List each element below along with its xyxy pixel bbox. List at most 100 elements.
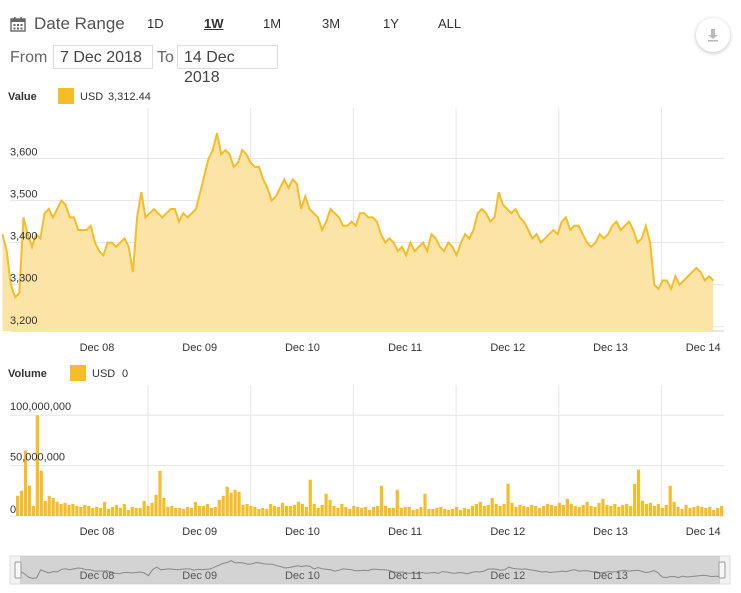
volume-x-tick-label: Dec 12 bbox=[490, 526, 525, 538]
volume-bar bbox=[609, 505, 613, 516]
volume-bar bbox=[629, 505, 633, 516]
volume-bar bbox=[225, 486, 229, 516]
volume-bar bbox=[644, 503, 649, 516]
volume-bar bbox=[478, 501, 482, 516]
value-y-tick-label: 3,200 bbox=[10, 315, 38, 327]
volume-bar bbox=[605, 504, 609, 516]
volume-legend-value: 0 bbox=[122, 368, 128, 380]
volume-bar bbox=[482, 505, 486, 516]
value-x-tick-label: Dec 14 bbox=[686, 342, 721, 354]
volume-y-tick-label: 0 bbox=[10, 504, 16, 516]
volume-bar bbox=[79, 506, 83, 516]
volume-bar bbox=[178, 507, 182, 516]
volume-bar bbox=[439, 506, 443, 516]
volume-gridlines bbox=[10, 385, 724, 517]
navigator-x-tick-label: Dec 13 bbox=[593, 570, 628, 582]
volume-bar bbox=[205, 503, 210, 516]
volume-bar bbox=[720, 505, 724, 516]
volume-legend-swatch[interactable] bbox=[70, 365, 86, 381]
volume-y-tick-label: 50,000,000 bbox=[10, 452, 65, 464]
volume-bar bbox=[35, 415, 39, 516]
navigator-left-handle[interactable] bbox=[14, 561, 22, 579]
navigator-x-tick-label: Dec 12 bbox=[490, 570, 525, 582]
volume-bar bbox=[447, 510, 451, 516]
volume-bar bbox=[154, 494, 158, 516]
volume-bar bbox=[217, 499, 221, 516]
volume-bar bbox=[324, 493, 328, 516]
volume-bar bbox=[31, 505, 35, 516]
volume-bar bbox=[63, 502, 67, 516]
volume-panel-title: Volume bbox=[8, 368, 47, 380]
volume-bar bbox=[407, 506, 411, 516]
volume-bar bbox=[142, 500, 146, 516]
volume-bar bbox=[399, 507, 403, 516]
volume-bar bbox=[553, 505, 558, 516]
volume-bar bbox=[688, 507, 692, 516]
volume-bar bbox=[19, 490, 24, 516]
volume-x-tick-label: Dec 11 bbox=[388, 526, 422, 538]
volume-bar bbox=[312, 503, 316, 516]
volume-bar bbox=[636, 469, 641, 516]
volume-bar bbox=[387, 507, 391, 516]
volume-bar bbox=[122, 503, 126, 516]
volume-bar bbox=[265, 508, 269, 516]
volume-bar bbox=[375, 505, 380, 516]
volume-bar bbox=[241, 504, 245, 516]
volume-bar bbox=[87, 505, 91, 516]
volume-bar bbox=[146, 505, 150, 516]
volume-bar bbox=[510, 502, 514, 516]
volume-bar bbox=[470, 505, 475, 516]
volume-bar bbox=[522, 505, 526, 516]
volume-bar bbox=[451, 508, 455, 516]
volume-bar bbox=[573, 505, 577, 516]
volume-bar bbox=[249, 505, 253, 516]
volume-bar bbox=[494, 503, 498, 516]
volume-x-tick-label: Dec 08 bbox=[80, 526, 115, 538]
volume-bar bbox=[664, 504, 668, 516]
volume-bar bbox=[304, 506, 308, 516]
volume-bar bbox=[75, 505, 79, 516]
volume-x-tick-label: Dec 10 bbox=[285, 526, 320, 538]
value-panel-title: Value bbox=[8, 91, 37, 103]
navigator-x-tick-label: Dec 11 bbox=[388, 570, 422, 582]
value-x-tick-label: Dec 11 bbox=[388, 342, 422, 354]
volume-x-tick-label: Dec 13 bbox=[593, 526, 628, 538]
navigator[interactable]: Dec 08 Dec 09 Dec 10 Dec 11 Dec 12 Dec 13 bbox=[9, 555, 731, 585]
volume-bar bbox=[458, 510, 463, 516]
volume-bar bbox=[150, 502, 154, 516]
volume-bar bbox=[565, 498, 569, 516]
value-y-tick-label: 3,400 bbox=[10, 231, 38, 243]
navigator-right-handle[interactable] bbox=[718, 561, 726, 579]
volume-bar bbox=[308, 479, 312, 516]
volume-bar bbox=[391, 507, 395, 516]
volume-bar bbox=[538, 507, 542, 516]
volume-bar bbox=[486, 504, 490, 516]
volume-bar bbox=[712, 510, 716, 516]
volume-bar bbox=[292, 504, 297, 516]
volume-bar bbox=[431, 508, 435, 516]
volume-bar bbox=[162, 497, 166, 516]
volume-bar bbox=[281, 502, 285, 516]
volume-x-tick-label: Dec 09 bbox=[182, 526, 217, 538]
volume-bar bbox=[411, 510, 415, 516]
volume-legend-currency: USD bbox=[92, 368, 115, 380]
volume-bar bbox=[680, 508, 684, 516]
volume-bar bbox=[51, 497, 55, 516]
volume-bar bbox=[83, 504, 87, 516]
volume-bar bbox=[561, 504, 565, 516]
value-y-tick-label: 3,500 bbox=[10, 189, 38, 201]
volume-bar bbox=[99, 507, 103, 516]
volume-bar bbox=[569, 503, 573, 516]
volume-bar bbox=[462, 507, 467, 516]
volume-bar bbox=[601, 498, 605, 516]
volume-bar bbox=[660, 507, 664, 516]
volume-bar bbox=[170, 505, 174, 516]
volume-bar bbox=[43, 500, 47, 516]
volume-bar bbox=[716, 507, 720, 516]
volume-x-tick-label: Dec 14 bbox=[686, 526, 721, 538]
volume-bar bbox=[174, 507, 178, 516]
value-legend-swatch[interactable] bbox=[58, 88, 74, 104]
volume-bar bbox=[300, 503, 304, 516]
navigator-x-tick-label: Dec 10 bbox=[285, 570, 320, 582]
volume-bar bbox=[186, 506, 190, 516]
